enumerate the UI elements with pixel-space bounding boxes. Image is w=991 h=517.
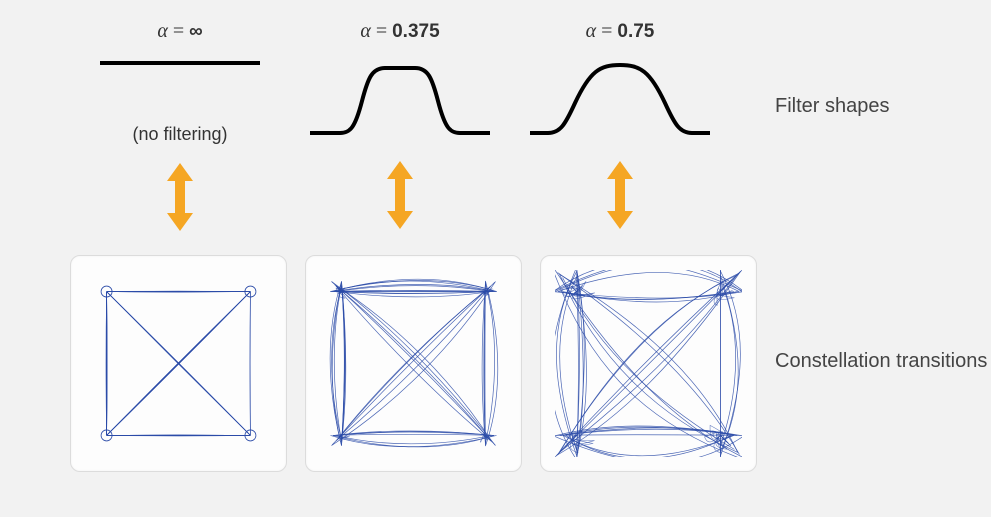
constellation-plot-inf xyxy=(85,270,272,457)
diagram-root: α = ∞ (no filtering) α = 0.375 α = 0. xyxy=(0,0,991,517)
double-arrow-icon xyxy=(605,161,635,229)
col-alpha-inf: α = ∞ (no filtering) xyxy=(80,20,280,231)
alpha-label-1: α = ∞ xyxy=(80,20,280,43)
side-label-constellation: Constellation transitions xyxy=(775,350,987,373)
alpha-label-3: α = 0.75 xyxy=(520,20,720,43)
constellation-plot-075 xyxy=(555,270,742,457)
side-label-filter: Filter shapes xyxy=(775,95,890,118)
col-alpha-0375: α = 0.375 xyxy=(300,20,500,229)
alpha-label-2: α = 0.375 xyxy=(300,20,500,43)
filter-shape-rc-075 xyxy=(520,53,720,143)
alpha-value-3: 0.75 xyxy=(617,21,654,42)
constellation-card-inf xyxy=(70,255,287,472)
no-filtering-label: (no filtering) xyxy=(80,124,280,145)
constellation-row xyxy=(70,255,757,472)
col-alpha-075: α = 0.75 xyxy=(520,20,720,229)
filter-shape-rc-0375 xyxy=(300,53,500,143)
constellation-card-0375 xyxy=(305,255,522,472)
double-arrow-icon xyxy=(165,163,195,231)
double-arrow-icon xyxy=(385,161,415,229)
alpha-value-2: 0.375 xyxy=(392,21,440,42)
constellation-card-075 xyxy=(540,255,757,472)
filter-shape-flat xyxy=(80,53,280,118)
alpha-value-1: ∞ xyxy=(189,21,203,42)
constellation-plot-0375 xyxy=(320,270,507,457)
